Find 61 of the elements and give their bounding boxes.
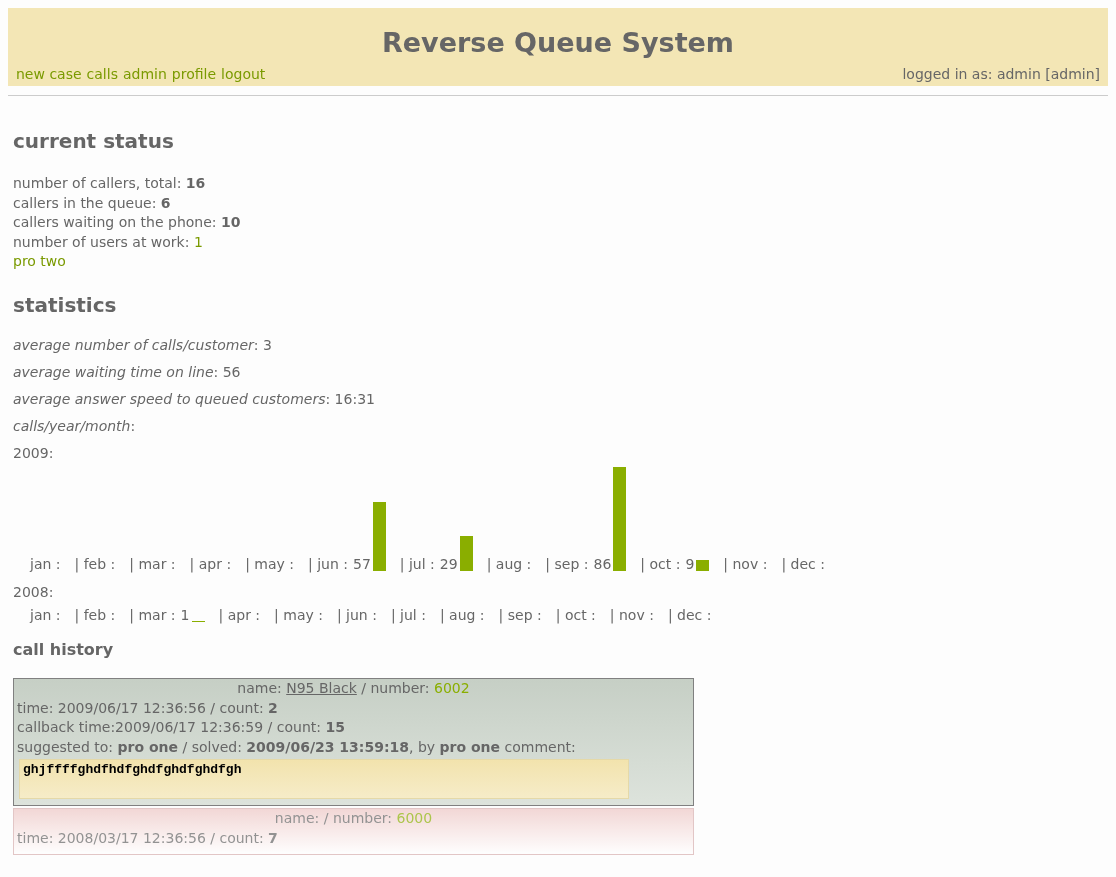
month-label: | nov : [609,606,654,625]
status-line: callers waiting on the phone: 10 [13,213,242,232]
bar [459,536,473,572]
nav-link[interactable]: new case [16,64,82,85]
nav-link[interactable]: calls [86,64,118,85]
call-detail: time: 2008/03/17 12:36:56 / count: 7 [17,828,279,848]
month-label: | may : [245,555,294,574]
month-label: | oct : [555,606,596,625]
call-detail: callback time:2009/06/17 12:36:59 / count: 15 [17,718,346,738]
status-line: number of callers, total: 16 [13,174,207,193]
section-heading: current status [13,128,175,155]
month-count: 86 [593,555,612,574]
year-label: 2008: [13,583,55,603]
month-count: 29 [439,555,458,574]
user-count-link[interactable]: 1 [193,233,203,250]
month-count: 57 [353,555,371,574]
month-label: | apr : [218,606,261,625]
month-label: | aug : [439,606,485,625]
bar [696,560,710,572]
month-label: | dec : [781,555,825,574]
call-detail: time: 2009/06/17 12:36:56 / count: 2 [17,698,279,718]
nav-link[interactable]: logout [221,64,266,85]
month-label: | nov : [723,555,768,574]
month-label: | oct : [640,555,681,574]
month-label: | dec : [667,606,712,625]
month-label: jan : [30,606,61,625]
month-label: | feb : [74,555,116,574]
month-label: | jun : [336,606,377,625]
call-detail: suggested to: pro one / solved: 2009/06/23 13:59:18, by pro one comment: [17,737,577,757]
month-label: | sep : [545,555,589,574]
month-label: | may : [274,606,323,625]
month-label: jan : [30,555,61,574]
nav-link[interactable]: profile [171,64,217,85]
login-status: logged in as: admin [admin] [902,65,1100,84]
month-label: | jun : [308,555,348,574]
bar [372,501,386,572]
year-label: 2009: [13,443,55,463]
page-title: Reverse Queue System [381,26,735,60]
stat-line: calls/year/month: [13,416,137,436]
status-line: callers in the queue: 6 [13,193,172,213]
status-line: number of users at work: 1 [13,232,204,252]
stat-line: average answer speed to queued customers: 16:31 [13,389,376,409]
month-label: | feb : [74,606,116,625]
month-label: | jul : [399,555,435,574]
nav-link[interactable]: admin [122,64,167,85]
caller-line: name: / number: 6000 [273,809,434,829]
user-link[interactable]: pro two [13,252,66,272]
month-label: | jul : [390,606,426,625]
month-count: 9 [685,555,695,574]
section-heading: call history [13,639,115,662]
comment-field[interactable]: ghjffffghdfhdfghdfghdfghdfgh [19,759,629,800]
month-label: | apr : [189,555,232,574]
month-label: | aug : [486,555,532,574]
month-label: | mar : [129,555,176,574]
stat-line: average waiting time on line: 56 [13,362,242,382]
caller-line: name: N95 Black / number: 6002 [236,679,471,699]
stat-line: average number of calls/customer: 3 [13,335,273,355]
month-count: 1 [180,606,190,625]
month-label: | sep : [498,606,542,625]
section-heading: statistics [13,291,118,319]
month-label: | mar : [129,606,176,625]
